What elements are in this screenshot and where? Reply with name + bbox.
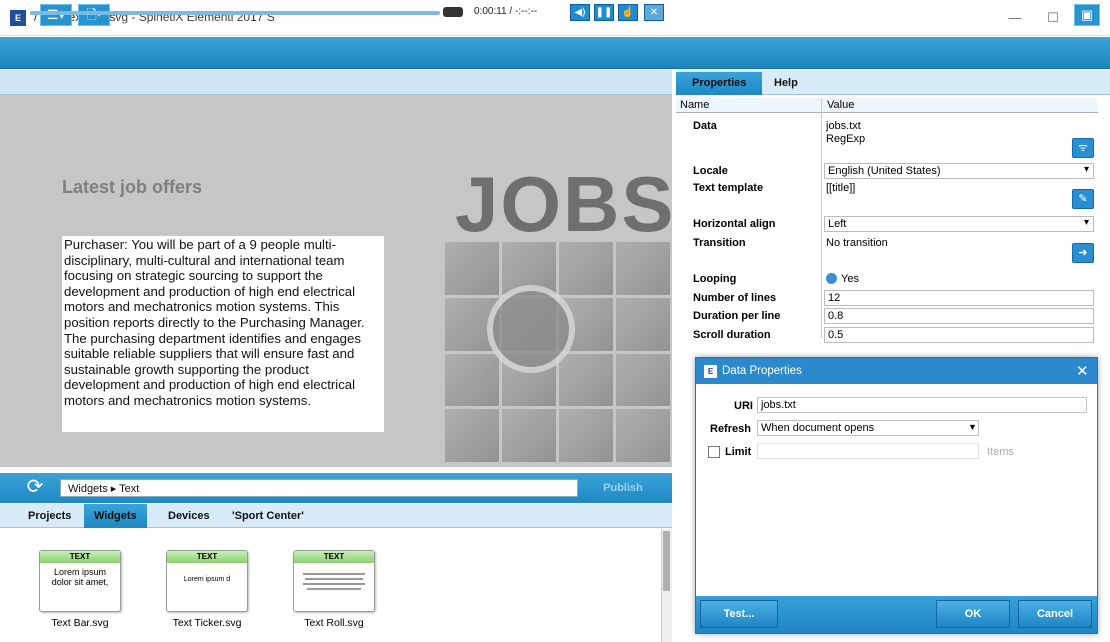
app-logo-icon: E	[704, 365, 717, 378]
text-format-group	[658, 6, 808, 24]
rss-feed-icon[interactable]: ᯤ	[1072, 138, 1094, 158]
uri-input[interactable]: jobs.txt	[757, 397, 1087, 413]
widget-thumbnail-text-roll[interactable]: TEXT	[293, 550, 375, 612]
tab-projects[interactable]: Projects	[18, 504, 81, 528]
refresh-select[interactable]: When document opens	[757, 420, 979, 436]
prop-locale-name: Locale	[693, 165, 728, 177]
widget-thumbnail-text-ticker[interactable]: TEXT Lorem ipsum d	[166, 550, 248, 612]
canvas-heading: Latest job offers	[62, 177, 203, 197]
prop-transition-name: Transition	[693, 237, 746, 249]
widget-header: TEXT	[167, 551, 247, 563]
widget-preview: Lorem ipsum dolor sit amet,	[51, 567, 109, 587]
widget-label[interactable]: Text Ticker.svg	[152, 617, 262, 629]
prop-data-value-type: RegExp	[826, 133, 866, 145]
prop-data-name: Data	[693, 120, 717, 132]
playhead-indicator	[443, 7, 463, 17]
pointer-icon[interactable]: ☝	[618, 4, 638, 21]
radio-selected-icon[interactable]	[826, 273, 837, 284]
playback-progress[interactable]	[30, 11, 440, 15]
tab-widgets[interactable]: Widgets	[84, 504, 147, 528]
app-logo-icon: E	[10, 10, 26, 26]
preview-icon[interactable]: ▣	[1074, 4, 1100, 26]
stop-icon[interactable]: ✕	[644, 4, 664, 21]
chevron-down-icon: ▼	[968, 422, 977, 432]
test-button[interactable]: Test...	[700, 600, 778, 628]
prop-looping-name: Looping	[693, 273, 737, 285]
prop-duration-name: Duration per line	[693, 310, 781, 322]
edit-pen-icon[interactable]: ✎	[1072, 189, 1094, 209]
number-of-lines-input[interactable]: 12	[824, 290, 1094, 306]
jobs-graphic-text: JOBS	[455, 160, 676, 248]
prop-text-template-name: Text template	[693, 182, 764, 194]
library-path-input[interactable]: Widgets ▸ Text	[60, 479, 578, 497]
widget-header: TEXT	[294, 551, 374, 563]
widget-label[interactable]: Text Bar.svg	[25, 617, 135, 629]
prop-scroll-name: Scroll duration	[693, 329, 771, 341]
items-label: Items	[987, 446, 1014, 458]
save-icon	[118, 6, 158, 24]
playback-time: 0:00:11 / -:--:--	[474, 6, 538, 17]
duration-per-line-input[interactable]: 0.8	[824, 308, 1094, 324]
uri-label: URI	[734, 400, 753, 412]
edit-tools-group	[162, 6, 252, 24]
publish-button[interactable]: Publish	[590, 479, 656, 497]
ok-button[interactable]: OK	[936, 600, 1010, 628]
prop-looping-value[interactable]: Yes	[841, 273, 859, 285]
tab-sport-center[interactable]: 'Sport Center'	[222, 504, 314, 528]
dialog-close-icon[interactable]: ✕	[1076, 362, 1089, 380]
tab-properties[interactable]: Properties	[676, 72, 763, 95]
prop-lines-name: Number of lines	[693, 292, 777, 304]
player-bar	[0, 70, 672, 95]
scroll-duration-input[interactable]: 0.5	[824, 327, 1094, 343]
insert-tools-group	[258, 6, 418, 24]
cancel-button[interactable]: Cancel	[1018, 600, 1092, 628]
widget-preview-lines	[294, 563, 374, 594]
prop-data-value: jobs.txt	[826, 120, 861, 132]
prop-halign-name: Horizontal align	[693, 218, 776, 230]
widget-label[interactable]: Text Roll.svg	[279, 617, 389, 629]
tab-help[interactable]: Help	[758, 72, 814, 95]
widget-preview: Lorem ipsum d	[183, 576, 231, 583]
refresh-label: Refresh	[710, 423, 751, 435]
column-header-value: Value	[827, 99, 855, 111]
prop-text-template-value: [[title]]	[826, 182, 856, 194]
widget-thumbnail-text-bar[interactable]: TEXT Lorem ipsum dolor sit amet,	[39, 550, 121, 612]
column-divider	[821, 98, 822, 338]
dialog-title: Data Properties	[722, 365, 802, 377]
horizontal-align-select[interactable]: Left	[824, 216, 1094, 232]
prop-transition-value: No transition	[826, 237, 888, 249]
widget-header: TEXT	[40, 551, 120, 563]
tab-devices[interactable]: Devices	[158, 504, 220, 528]
refresh-icon[interactable]: ⟳	[22, 475, 48, 499]
volume-icon[interactable]: ◀)	[570, 4, 590, 21]
menu-icon[interactable]: ☰▾	[40, 4, 72, 26]
job-offer-text[interactable]: Purchaser: You will be part of a 9 peopl…	[62, 236, 384, 432]
limit-label: Limit	[725, 446, 752, 458]
pause-icon[interactable]: ❚❚	[594, 4, 614, 21]
limit-checkbox[interactable]	[708, 446, 720, 458]
locale-select[interactable]: English (United States)	[824, 163, 1094, 179]
transition-arrow-icon[interactable]: ➜	[1072, 243, 1094, 263]
gallery-scrollbar-thumb[interactable]	[663, 531, 670, 591]
limit-input[interactable]	[757, 443, 979, 459]
new-document-icon[interactable]: 🗋▾	[78, 4, 110, 26]
layout-tools-group	[902, 6, 1062, 24]
column-header-name: Name	[680, 99, 710, 111]
properties-header	[676, 98, 1098, 113]
magnifier-graphic	[487, 285, 575, 373]
main-toolbar	[0, 37, 1110, 69]
